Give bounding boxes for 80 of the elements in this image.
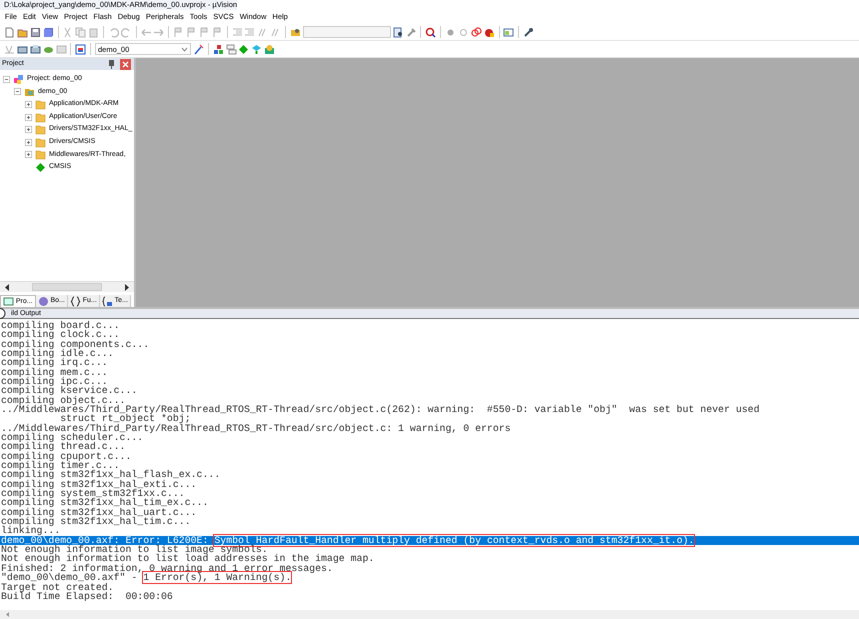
save-all-icon[interactable]	[42, 26, 54, 38]
flag-icon[interactable]	[212, 26, 223, 38]
output-line: ../Middlewares/Third_Party/RealThread_RTOS_RT-Thread/src/object.c: 1 warning, 0 errors	[0, 424, 512, 433]
folder-icon	[35, 98, 46, 110]
output-line: compiling thread.c...	[0, 442, 126, 452]
output-line: Not enough information to list load addresses in the image map.	[0, 554, 376, 564]
expand-icon[interactable]	[25, 114, 32, 121]
output-line: compiling idle.c...	[0, 348, 114, 358]
paste-icon[interactable]	[88, 26, 100, 38]
magic-wand-icon[interactable]	[192, 44, 204, 54]
output-line: compiling stm32f1xx_hal_exti.c...	[0, 480, 198, 490]
undo-icon[interactable]	[108, 26, 119, 38]
expand-icon[interactable]	[25, 151, 32, 158]
folder-icon	[35, 124, 46, 136]
expand-icon[interactable]	[25, 126, 32, 134]
folder-icon	[35, 112, 46, 123]
output-line: compiling stm32f1xx_hal_uart.c...	[0, 508, 198, 518]
collapse-icon[interactable]	[3, 76, 10, 83]
comment-icon[interactable]	[257, 26, 268, 38]
target-folder-icon	[24, 86, 35, 98]
redo-icon[interactable]	[120, 26, 132, 38]
output-line: Not enough information to list image symbols.	[0, 545, 269, 554]
flag-icon[interactable]	[198, 26, 210, 38]
output-line: struct rt_object *obj;	[60, 414, 191, 424]
horizontal-scrollbar[interactable]	[0, 281, 134, 292]
project-icon	[13, 74, 24, 85]
comment-icon[interactable]	[270, 26, 282, 38]
document-icon[interactable]	[4, 26, 15, 38]
copy-icon[interactable]	[75, 26, 86, 38]
pin-icon[interactable]	[106, 58, 117, 70]
indent-icon[interactable]	[232, 26, 242, 38]
forward-arrow-icon[interactable]	[153, 26, 164, 38]
output-line: compiling irq.c...	[0, 358, 109, 368]
braces-icon	[70, 296, 81, 306]
output-line: compiling scheduler.c...	[0, 433, 144, 442]
output-line: Finished: 2 information, 0 warning and 1 error messages.	[0, 564, 333, 574]
output-line: compiling mem.c...	[0, 368, 109, 377]
output-line: ../Middlewares/Third_Party/RealThread_RTOS_RT-Thread/src/object.c(262): warning: #550-D: variable "obj" was set but never used	[0, 404, 761, 414]
window-layout-icon[interactable]	[503, 26, 514, 38]
expand-icon[interactable]	[25, 100, 32, 108]
output-line: Target not created.	[0, 582, 115, 592]
output-line: compiling ipc.c...	[0, 376, 108, 386]
output-line: compiling kservice.c...	[0, 386, 138, 396]
output-line: compiling stm32f1xx_hal_flash_ex.c...	[0, 470, 222, 480]
output-line: compiling timer.c...	[0, 461, 120, 470]
horizontal-scrollbar[interactable]	[0, 610, 859, 619]
output-line: compiling system_stm32f1xx.c...	[0, 489, 185, 498]
close-icon[interactable]	[120, 58, 131, 70]
output-line: linking...	[0, 526, 60, 536]
folder-icon	[35, 136, 46, 148]
collapse-icon[interactable]	[14, 88, 21, 96]
output-line: compiling board.c...	[0, 320, 121, 330]
indent-icon[interactable]	[244, 26, 256, 38]
breakpoints-icon[interactable]	[470, 26, 482, 38]
components-icon[interactable]	[212, 44, 224, 54]
output-line: Build Time Elapsed: 00:00:06	[0, 592, 174, 602]
output-line: compiling stm32f1xx_hal_tim_ex.c...	[0, 498, 210, 508]
diamond-icon[interactable]	[238, 44, 250, 54]
cut-icon[interactable]	[62, 26, 74, 38]
output-line: compiling components.c...	[0, 340, 150, 349]
output-line: compiling object.c...	[0, 396, 126, 405]
project-icon	[3, 296, 14, 307]
breakpoint-outline-icon[interactable]	[458, 26, 469, 38]
stacked-layers-icon[interactable]	[226, 44, 236, 54]
expand-icon[interactable]	[25, 138, 32, 146]
wrench-icon[interactable]	[523, 26, 534, 38]
flag-icon[interactable]	[186, 26, 197, 38]
page-search-icon[interactable]	[392, 26, 404, 38]
output-line: compiling stm32f1xx_hal_tim.c...	[0, 517, 192, 526]
output-line: "demo_00\demo_00.axf" - 1 Error(s), 1 Warning(s).	[0, 573, 292, 582]
output-line: compiling cpuport.c...	[0, 452, 132, 462]
breakpoint-icon[interactable]	[445, 26, 456, 38]
scroll-thumb[interactable]	[32, 283, 102, 291]
folder-icon	[35, 149, 46, 160]
back-arrow-icon[interactable]	[140, 26, 152, 38]
diamond-icon	[35, 162, 46, 173]
output-line: compiling clock.c...	[0, 330, 120, 340]
save-icon[interactable]	[30, 26, 41, 38]
flag-icon[interactable]	[173, 26, 184, 38]
folder-icon[interactable]	[16, 26, 28, 38]
